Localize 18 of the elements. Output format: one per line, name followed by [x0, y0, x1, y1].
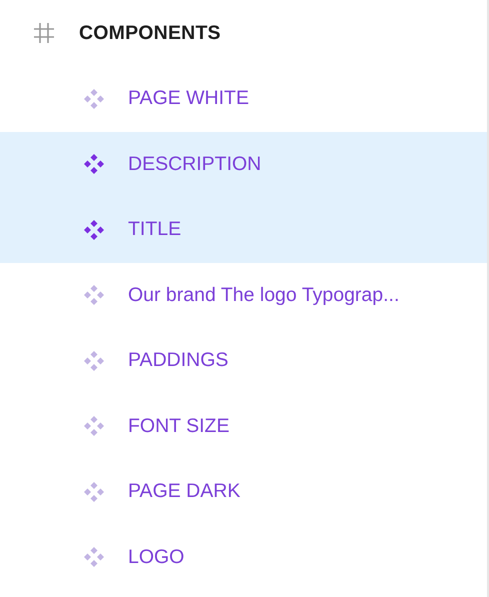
frame-name: COMPONENTS — [79, 22, 221, 44]
component-icon — [83, 546, 105, 568]
layer-row[interactable]: TITLE — [0, 197, 487, 262]
layer-row[interactable]: PADDINGS — [0, 328, 487, 394]
component-icon — [83, 480, 105, 503]
component-icon — [83, 88, 105, 110]
frame-icon — [33, 22, 55, 44]
component-icon — [83, 218, 105, 241]
component-icon — [83, 284, 105, 306]
layer-row[interactable]: DESCRIPTION — [0, 132, 487, 197]
component-icon — [83, 415, 105, 438]
layer-row[interactable]: PAGE WHITE — [0, 66, 487, 132]
layer-row[interactable]: Our brand The logo Typograp... — [0, 262, 487, 328]
component-icon — [83, 350, 105, 372]
component-icon — [83, 153, 105, 176]
layer-row[interactable]: PAGE DARK — [0, 459, 487, 524]
layer-row[interactable]: FONT SIZE — [0, 394, 487, 459]
layer-row[interactable]: LOGO — [0, 524, 487, 590]
